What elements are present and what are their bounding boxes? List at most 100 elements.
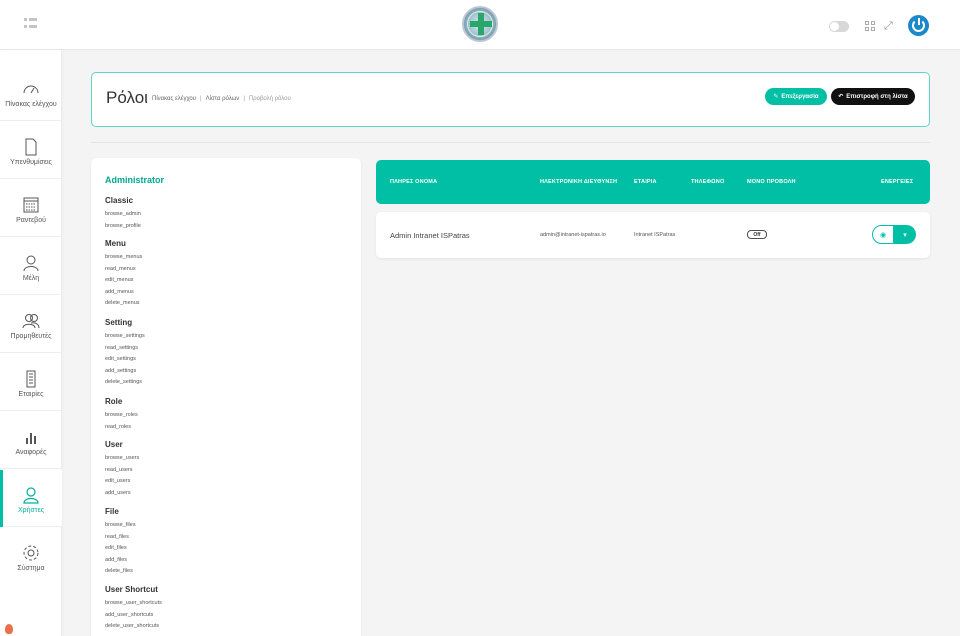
perm-item: delete_files [105,568,133,575]
sidebar-item-label: Πίνακας ελέγχου [5,101,57,108]
back-to-list-button[interactable]: ↶ Επιστροφή στη λίστα [831,88,915,105]
sidebar-item-users[interactable]: Χρήστες [0,470,62,527]
row-actions: ◉ ▾ [872,225,916,244]
sidebar-item-label: Μέλη [22,275,40,282]
role-name: Administrator [105,175,165,185]
perm-group-role: Role browse_roles read_roles [105,397,138,433]
perm-item: add_user_shortcuts [105,611,154,618]
bar-chart-icon [26,433,36,444]
perm-item: read_menus [105,265,136,272]
apps-grid-icon[interactable] [865,21,875,31]
perm-item: browse_settings [105,333,145,339]
perm-group-file: File browse_files read_files edit_files … [105,507,136,578]
calendar-icon [23,197,39,213]
perm-group-title: User [105,440,123,449]
undo-icon: ↶ [838,94,844,100]
breadcrumb-item[interactable]: Πίνακας ελέγχου [152,96,196,102]
sidebar-item-members[interactable]: Μέλη [0,238,62,295]
column-header-phone[interactable]: ΤΗΛΕΦΩΝΟ [691,179,724,185]
perm-group-title: Classic [105,196,134,205]
perm-group-setting: Setting browse_settings read_settings ed… [105,318,145,389]
sidebar-item-label: Προμηθευτές [10,333,52,340]
perm-group-menu: Menu browse_menus read_menus edit_menus … [105,239,142,310]
perm-item: edit_settings [105,356,136,363]
page-header: Ρόλοι Πίνακας ελέγχου | Λίστα ρόλων | Πρ… [91,72,930,127]
perm-group-title: Menu [105,239,126,248]
perm-item: browse_users [105,455,140,461]
perm-item: add_users [105,489,131,496]
perm-item: browse_user_shortcuts [105,600,162,606]
theme-toggle[interactable] [829,21,849,32]
sidebar-item-label: Σύστημα [17,565,45,572]
perm-item: browse_admin [105,211,141,217]
perm-group-classic: Classic browse_admin browse_profile [105,196,141,232]
sidebar: Πίνακας ελέγχου Υπενθυμίσεις Ραντεβού Μέ… [0,50,62,636]
fullscreen-icon[interactable]: ⤢ [884,20,893,32]
sidebar-item-reminders[interactable]: Υπενθυμίσεις [0,122,62,179]
perm-item: browse_files [105,522,136,528]
logo[interactable] [462,6,498,42]
sidebar-item-reports[interactable]: Αναφορές [0,412,62,469]
sidebar-item-label: Ραντεβού [16,217,46,224]
sidebar-item-system[interactable]: Σύστημα [0,528,62,585]
back-button-label: Επιστροφή στη λίστα [846,93,908,100]
perm-item: edit_menus [105,277,134,284]
sidebar-item-label: Χρήστες [17,507,45,514]
perm-group-user: User browse_users read_users edit_users … [105,440,139,499]
perm-item: browse_roles [105,412,138,418]
user-circle-icon [23,487,39,504]
chevron-down-icon: ▾ [903,231,907,239]
perm-item: delete_settings [105,379,142,386]
perm-group-title: Setting [105,318,133,327]
perm-group-title: User Shortcut [105,585,158,594]
view-only-badge: Off [747,230,767,239]
sidebar-item-dashboard[interactable]: Πίνακας ελέγχου [0,64,62,121]
permissions-card: Administrator Classic browse_admin brows… [91,158,361,636]
column-header-email[interactable]: ΗΛΕΚΤΡΟΝΙΚΗ ΔΙΕΥΘΥΝΣΗ [540,179,617,185]
perm-item: edit_users [105,478,131,485]
divider [91,142,930,143]
column-header-company[interactable]: ΕΤΑΙΡΙΑ [634,179,657,185]
top-bar: ⤢ [0,0,960,50]
column-header-name[interactable]: ΠΛΗΡΕΣ ΟΝΟΜΑ [390,179,437,185]
perm-item: read_files [105,533,129,540]
document-icon [25,138,37,156]
edit-button-label: Επεξεργασία [781,93,819,100]
more-actions-button[interactable]: ▾ [894,225,916,244]
breadcrumb-item[interactable]: Λίστα ρόλων [206,96,240,102]
power-icon[interactable] [908,15,929,36]
pencil-icon: ✎ [773,94,779,100]
column-header-view-only[interactable]: ΜΟΝΟ ΠΡΟΒΟΛΗ [747,179,796,185]
perm-item: edit_files [105,545,127,552]
eye-icon: ◉ [879,231,887,239]
column-header-actions: ΕΝΕΡΓΕΙΕΣ [881,179,914,185]
perm-item: read_users [105,466,133,473]
building-icon [26,370,36,388]
perm-item: add_files [105,556,128,563]
sidebar-item-suppliers[interactable]: Προμηθευτές [0,296,62,353]
help-icon[interactable] [5,624,13,634]
perm-group-title: Role [105,397,123,406]
page-title: Ρόλοι [106,88,148,107]
perm-item: browse_menus [105,254,143,260]
cell-company: Intranet ISPatras [634,232,676,238]
edit-button[interactable]: ✎ Επεξεργασία [765,88,827,105]
perm-item: delete_menus [105,300,140,307]
table-header: ΠΛΗΡΕΣ ΟΝΟΜΑ ΗΛΕΚΤΡΟΝΙΚΗ ΔΙΕΥΘΥΝΣΗ ΕΤΑΙΡ… [376,160,930,204]
view-button[interactable]: ◉ [872,225,894,244]
cell-name: Admin Intranet ISPatras [390,231,470,240]
gauge-icon [23,85,39,94]
breadcrumb: Πίνακας ελέγχου | Λίστα ρόλων | Προβολή … [152,96,291,102]
table-row: Admin Intranet ISPatras admin@intranet-i… [376,212,930,258]
perm-item: add_menus [105,288,134,295]
cell-email: admin@intranet-ispatras.io [540,232,606,238]
users-icon [22,314,40,329]
sidebar-item-appointments[interactable]: Ραντεβού [0,180,62,237]
perm-item: read_settings [105,344,139,351]
breadcrumb-item: Προβολή ρόλου [248,96,291,102]
sidebar-item-companies[interactable]: Εταιρίες [0,354,62,411]
perm-group-title: File [105,507,119,516]
menu-toggle-icon[interactable] [24,18,38,30]
perm-item: read_roles [105,423,131,430]
perm-item: add_settings [105,367,137,374]
